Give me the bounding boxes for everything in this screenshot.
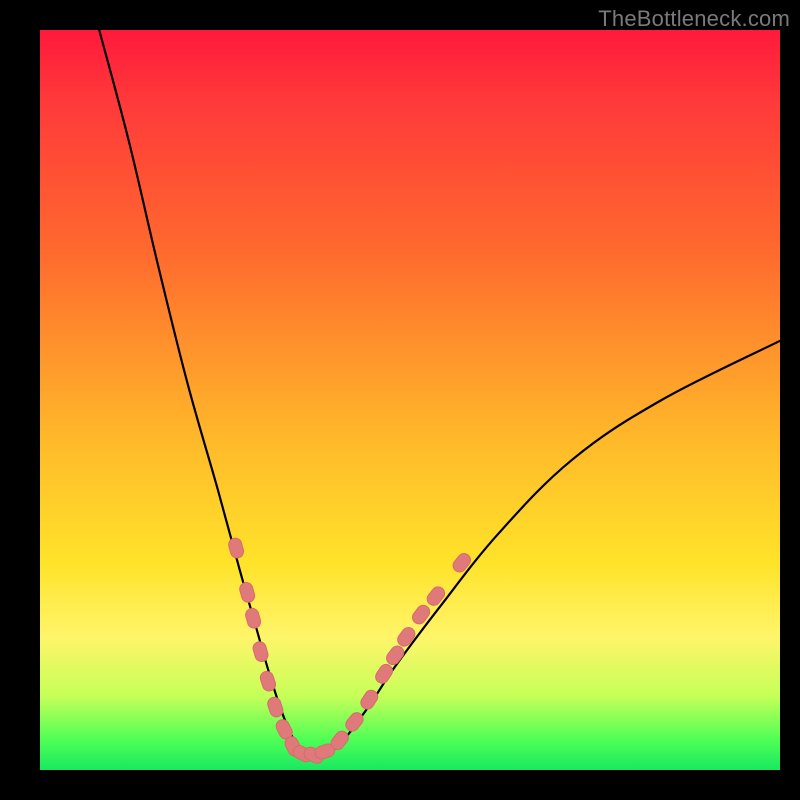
plot-area [40,30,780,770]
curve-marker [238,581,256,604]
curve-marker [425,584,448,608]
curve-marker [450,551,473,575]
curve-marker [373,662,395,686]
curve-marker [244,607,262,630]
curve-marker [227,537,245,560]
watermark-label: TheBottleneck.com [598,6,790,32]
curve-marker [384,643,406,667]
curve-marker [358,688,380,712]
curve-marker [410,603,432,627]
curve-marker [252,640,270,663]
bottleneck-curve [99,30,780,755]
curve-marker [395,625,417,649]
marker-layer [227,537,473,766]
curve-svg [40,30,780,770]
chart-frame: TheBottleneck.com [0,0,800,800]
